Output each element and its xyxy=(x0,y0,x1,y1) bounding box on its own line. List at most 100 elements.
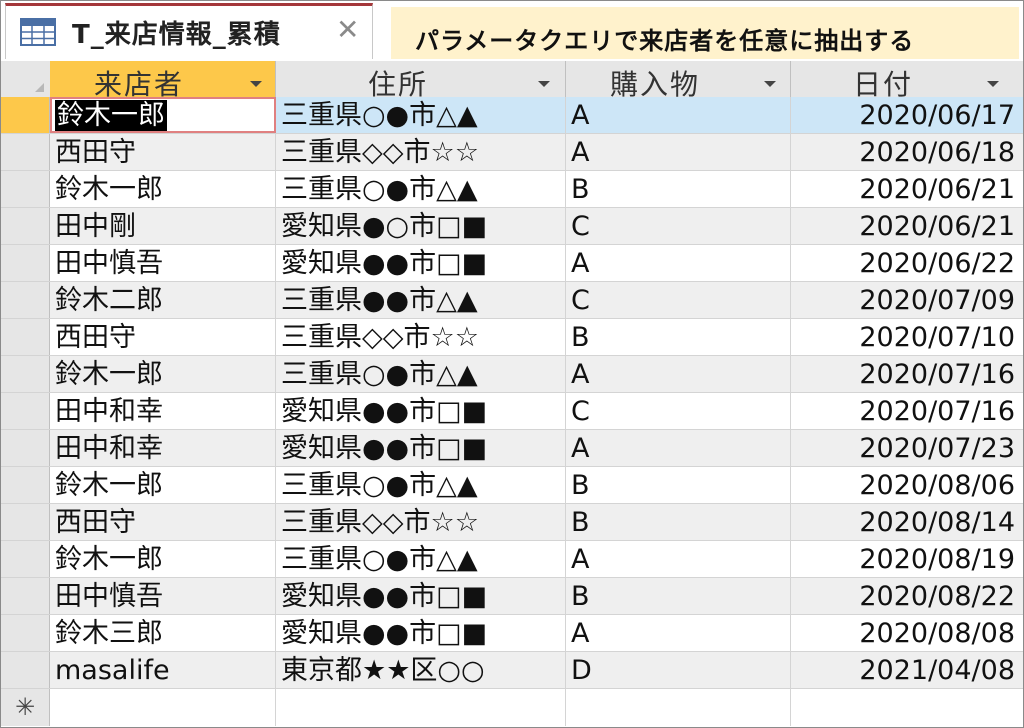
cell-address[interactable]: 三重県◇◇市☆☆ xyxy=(276,504,566,540)
cell-visitor[interactable]: 田中慎吾 xyxy=(50,578,276,614)
new-record-cell[interactable] xyxy=(566,689,791,726)
cell-date[interactable]: 2020/07/10 xyxy=(791,319,1023,355)
table-row[interactable]: 鈴木一郎 三重県○●市△▲ A 2020/06/17 xyxy=(1,97,1023,134)
document-tab[interactable]: T_来店情報_累積 ✕ xyxy=(5,3,373,59)
cell-item[interactable]: A xyxy=(566,541,791,577)
cell-date[interactable]: 2020/07/09 xyxy=(791,282,1023,318)
record-selector[interactable] xyxy=(1,393,50,429)
cell-item[interactable]: A xyxy=(566,97,791,133)
select-all-corner[interactable] xyxy=(1,61,51,97)
table-row[interactable]: 鈴木一郎 三重県○●市△▲ A 2020/08/19 xyxy=(1,541,1023,578)
record-selector[interactable] xyxy=(1,356,50,392)
cell-visitor[interactable]: 西田守 xyxy=(50,319,276,355)
cell-visitor[interactable]: 鈴木三郎 xyxy=(50,615,276,651)
table-row[interactable]: 西田守 三重県◇◇市☆☆ B 2020/08/14 xyxy=(1,504,1023,541)
table-row[interactable]: 田中慎吾 愛知県●●市□■ B 2020/08/22 xyxy=(1,578,1023,615)
record-selector[interactable] xyxy=(1,319,50,355)
cell-visitor[interactable]: 鈴木二郎 xyxy=(50,282,276,318)
table-row[interactable]: 鈴木二郎 三重県●●市△▲ C 2020/07/09 xyxy=(1,282,1023,319)
cell-address[interactable]: 三重県○●市△▲ xyxy=(276,541,566,577)
record-selector[interactable] xyxy=(1,541,50,577)
record-selector[interactable] xyxy=(1,208,50,244)
chevron-down-icon[interactable] xyxy=(538,81,550,87)
cell-date[interactable]: 2020/08/06 xyxy=(791,467,1023,503)
chevron-down-icon[interactable] xyxy=(987,81,999,87)
table-row[interactable]: 田中剛 愛知県●○市□■ C 2020/06/21 xyxy=(1,208,1023,245)
record-selector[interactable] xyxy=(1,97,50,133)
cell-visitor[interactable]: 田中和幸 xyxy=(50,430,276,466)
cell-item[interactable]: C xyxy=(566,208,791,244)
record-selector[interactable] xyxy=(1,245,50,281)
close-icon[interactable]: ✕ xyxy=(336,16,359,44)
cell-date[interactable]: 2020/06/21 xyxy=(791,171,1023,207)
cell-date[interactable]: 2020/08/14 xyxy=(791,504,1023,540)
cell-date[interactable]: 2020/06/18 xyxy=(791,134,1023,170)
cell-address[interactable]: 愛知県●●市□■ xyxy=(276,430,566,466)
cell-date[interactable]: 2020/07/16 xyxy=(791,393,1023,429)
record-selector[interactable] xyxy=(1,652,50,688)
cell-date[interactable]: 2021/04/08 xyxy=(791,652,1023,688)
cell-address[interactable]: 三重県◇◇市☆☆ xyxy=(276,319,566,355)
cell-address[interactable]: 愛知県●●市□■ xyxy=(276,245,566,281)
table-row[interactable]: 鈴木一郎 三重県○●市△▲ B 2020/08/06 xyxy=(1,467,1023,504)
chevron-down-icon[interactable] xyxy=(764,81,776,87)
column-header-address[interactable]: 住所 xyxy=(276,61,566,101)
column-header-date[interactable]: 日付 xyxy=(791,61,1023,101)
table-row[interactable]: 鈴木三郎 愛知県●●市□■ A 2020/08/08 xyxy=(1,615,1023,652)
cell-item[interactable]: A xyxy=(566,430,791,466)
record-selector[interactable] xyxy=(1,430,50,466)
cell-visitor[interactable]: 田中慎吾 xyxy=(50,245,276,281)
cell-date[interactable]: 2020/07/23 xyxy=(791,430,1023,466)
cell-visitor[interactable]: 鈴木一郎 xyxy=(50,171,276,207)
table-row[interactable]: masalife 東京都★★区○○ D 2021/04/08 xyxy=(1,652,1023,689)
record-selector[interactable] xyxy=(1,578,50,614)
record-selector[interactable] xyxy=(1,171,50,207)
cell-visitor[interactable]: 西田守 xyxy=(50,504,276,540)
cell-item[interactable]: B xyxy=(566,504,791,540)
cell-address[interactable]: 三重県○●市△▲ xyxy=(276,171,566,207)
new-record-cell[interactable] xyxy=(791,689,1023,726)
table-row[interactable]: 鈴木一郎 三重県○●市△▲ B 2020/06/21 xyxy=(1,171,1023,208)
cell-date[interactable]: 2020/08/22 xyxy=(791,578,1023,614)
table-row[interactable]: 鈴木一郎 三重県○●市△▲ A 2020/07/16 xyxy=(1,356,1023,393)
record-selector[interactable] xyxy=(1,615,50,651)
cell-address[interactable]: 三重県○●市△▲ xyxy=(276,97,566,133)
record-selector[interactable] xyxy=(1,504,50,540)
cell-address[interactable]: 三重県●●市△▲ xyxy=(276,282,566,318)
cell-address[interactable]: 三重県◇◇市☆☆ xyxy=(276,134,566,170)
cell-address[interactable]: 三重県○●市△▲ xyxy=(276,356,566,392)
cell-visitor[interactable]: 鈴木一郎 xyxy=(50,541,276,577)
record-selector[interactable] xyxy=(1,282,50,318)
new-record-cell[interactable] xyxy=(50,689,276,726)
table-row[interactable]: 田中和幸 愛知県●●市□■ C 2020/07/16 xyxy=(1,393,1023,430)
cell-address[interactable]: 愛知県●○市□■ xyxy=(276,208,566,244)
new-record-selector[interactable]: ✳ xyxy=(1,689,50,726)
chevron-down-icon[interactable] xyxy=(250,81,262,87)
column-header-visitor[interactable]: 来店者 xyxy=(50,61,276,101)
cell-visitor[interactable]: masalife xyxy=(50,652,276,688)
new-record-row[interactable]: ✳ xyxy=(1,689,1023,726)
new-record-cell[interactable] xyxy=(276,689,566,726)
cell-address[interactable]: 愛知県●●市□■ xyxy=(276,615,566,651)
cell-date[interactable]: 2020/08/08 xyxy=(791,615,1023,651)
column-header-item[interactable]: 購入物 xyxy=(566,61,791,101)
cell-item[interactable]: B xyxy=(566,578,791,614)
cell-date[interactable]: 2020/06/17 xyxy=(791,97,1023,133)
cell-item[interactable]: B xyxy=(566,319,791,355)
cell-visitor[interactable]: 鈴木一郎 xyxy=(50,467,276,503)
cell-item[interactable]: C xyxy=(566,393,791,429)
cell-address[interactable]: 愛知県●●市□■ xyxy=(276,578,566,614)
cell-date[interactable]: 2020/07/16 xyxy=(791,356,1023,392)
cell-visitor[interactable]: 鈴木一郎 xyxy=(50,356,276,392)
cell-date[interactable]: 2020/06/22 xyxy=(791,245,1023,281)
cell-item[interactable]: C xyxy=(566,282,791,318)
table-row[interactable]: 田中慎吾 愛知県●●市□■ A 2020/06/22 xyxy=(1,245,1023,282)
table-row[interactable]: 西田守 三重県◇◇市☆☆ B 2020/07/10 xyxy=(1,319,1023,356)
cell-item[interactable]: B xyxy=(566,467,791,503)
cell-item[interactable]: D xyxy=(566,652,791,688)
cell-item[interactable]: A xyxy=(566,615,791,651)
cell-date[interactable]: 2020/08/19 xyxy=(791,541,1023,577)
cell-item[interactable]: A xyxy=(566,356,791,392)
record-selector[interactable] xyxy=(1,467,50,503)
record-selector[interactable] xyxy=(1,134,50,170)
